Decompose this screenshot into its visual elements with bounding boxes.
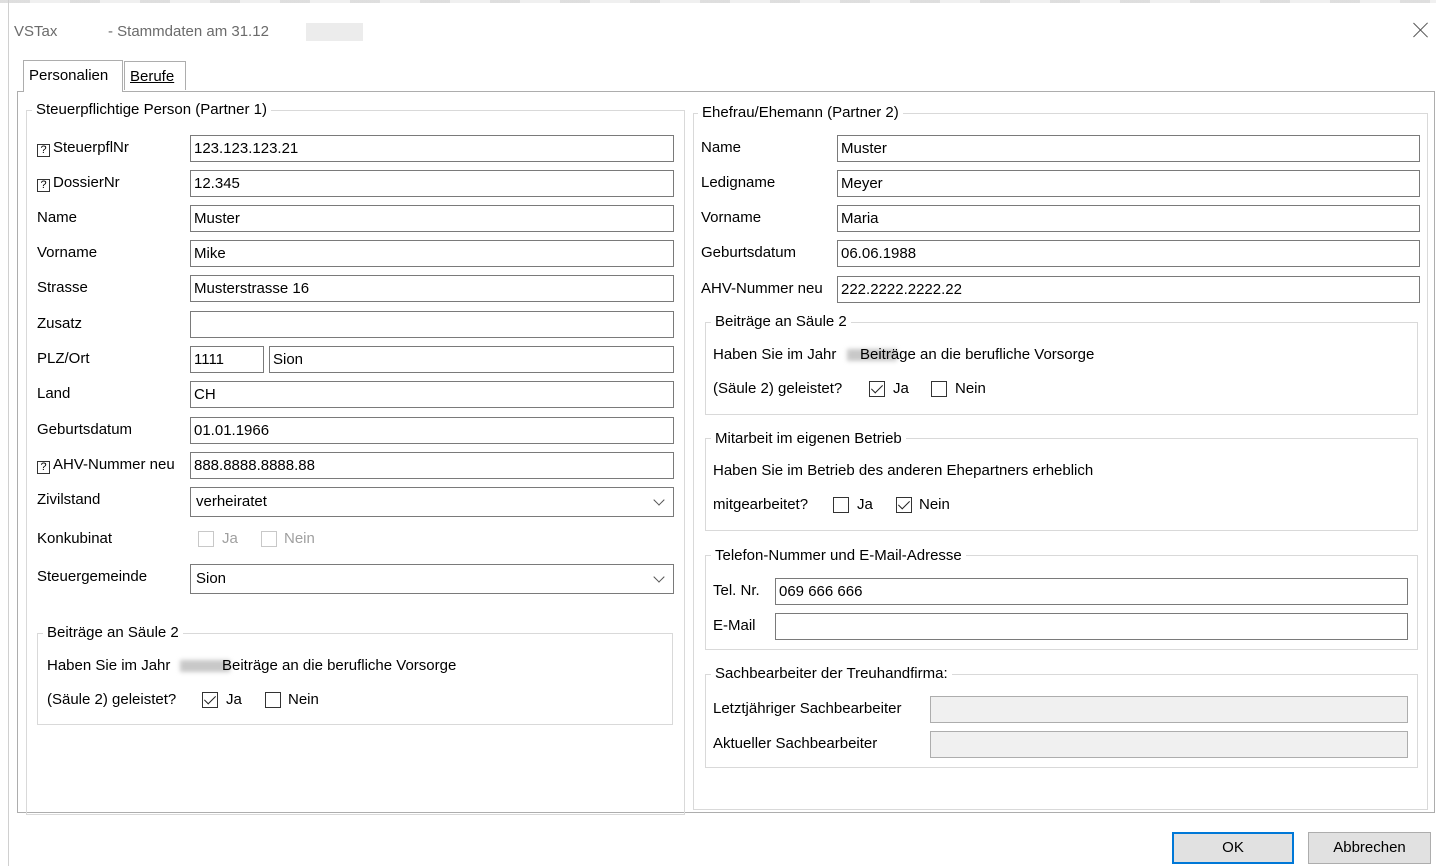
- konkubinat-label: Konkubinat: [37, 530, 113, 547]
- help-icon[interactable]: ?: [37, 144, 50, 157]
- redacted-year: [306, 23, 363, 41]
- chevron-down-icon: [653, 494, 665, 506]
- partner2-saeule2-question-prefix: Haben Sie im Jahr: [713, 346, 837, 363]
- strasse-label: Strasse: [37, 279, 88, 296]
- partner2-saeule2-group: [705, 322, 1418, 415]
- tab-berufe[interactable]: Berufe: [124, 61, 186, 90]
- plz-field[interactable]: 1111: [190, 346, 264, 373]
- window-app-name: VSTax: [14, 23, 58, 40]
- konkubinat-ja-label: Ja: [222, 530, 238, 547]
- sachbearbeiter-title: Sachbearbeiter der Treuhandfirma:: [711, 665, 952, 683]
- p2-ahv-label: AHV-Nummer neu: [701, 280, 823, 297]
- mitarbeit-question-line2: mitgearbeitet?: [713, 496, 809, 513]
- p2-ledigname-field[interactable]: Meyer: [837, 170, 1420, 197]
- partner2-saeule2-ja-checkbox[interactable]: [869, 381, 885, 397]
- partner1-saeule2-group: [37, 633, 673, 725]
- geburtsdatum-field[interactable]: 01.01.1966: [190, 417, 674, 444]
- p2-vorname-label: Vorname: [701, 209, 762, 226]
- ort-field[interactable]: Sion: [269, 346, 674, 373]
- window-title: - Stammdaten am 31.12: [108, 23, 269, 40]
- steuergemeinde-label: Steuergemeinde: [37, 568, 148, 585]
- email-label: E-Mail: [713, 617, 756, 634]
- partner2-saeule2-nein-checkbox[interactable]: [931, 381, 947, 397]
- letzt-sachbearbeiter-field: [930, 696, 1408, 723]
- partner1-saeule2-nein-checkbox[interactable]: [265, 692, 281, 708]
- partner1-group-title: Steuerpflichtige Person (Partner 1): [32, 101, 271, 119]
- letzt-sachbearbeiter-label: Letztjähriger Sachbearbeiter: [713, 700, 902, 717]
- partner1-saeule2-title: Beiträge an Säule 2: [43, 624, 183, 642]
- vorname-label: Vorname: [37, 244, 98, 261]
- steuergemeinde-select[interactable]: Sion: [190, 564, 674, 594]
- ahv-field[interactable]: 888.8888.8888.88: [190, 452, 674, 479]
- p2-ledigname-label: Ledigname: [701, 174, 776, 191]
- zivilstand-label: Zivilstand: [37, 491, 101, 508]
- p2-geburtsdatum-label: Geburtsdatum: [701, 244, 797, 261]
- vorname-field[interactable]: Mike: [190, 240, 674, 267]
- p2-vorname-field[interactable]: Maria: [837, 205, 1420, 232]
- zusatz-label: Zusatz: [37, 315, 83, 332]
- partner2-saeule2-title: Beiträge an Säule 2: [711, 313, 851, 331]
- mitarbeit-title: Mitarbeit im eigenen Betrieb: [711, 430, 906, 448]
- partner1-saeule2-question-prefix: Haben Sie im Jahr: [47, 657, 171, 674]
- partner2-group-title: Ehefrau/Ehemann (Partner 2): [698, 104, 903, 122]
- steuergemeinde-value: Sion: [196, 570, 227, 587]
- partner2-saeule2-nein-label: Nein: [955, 380, 986, 397]
- mitarbeit-nein-label: Nein: [919, 496, 950, 513]
- steuerpflnr-field[interactable]: 123.123.123.21: [190, 135, 674, 162]
- tab-personalien[interactable]: Personalien: [23, 60, 123, 92]
- mitarbeit-nein-checkbox[interactable]: [896, 497, 912, 513]
- tel-label: Tel. Nr.: [713, 582, 760, 599]
- dossiernr-field[interactable]: 12.345: [190, 170, 674, 197]
- chevron-down-icon: [653, 571, 665, 583]
- background-strip: [0, 0, 1436, 3]
- land-label: Land: [37, 385, 71, 402]
- aktuell-sachbearbeiter-field: [930, 731, 1408, 758]
- help-icon[interactable]: ?: [37, 179, 50, 192]
- konkubinat-nein-label: Nein: [284, 530, 315, 547]
- mitarbeit-group: [705, 438, 1418, 531]
- konkubinat-nein-checkbox[interactable]: [261, 531, 277, 547]
- p2-geburtsdatum-field[interactable]: 06.06.1988: [837, 240, 1420, 267]
- help-icon[interactable]: ?: [37, 461, 50, 474]
- tab-berufe-label: Berufe: [130, 68, 175, 85]
- close-icon[interactable]: [1411, 20, 1431, 40]
- strasse-field[interactable]: Musterstrasse 16: [190, 275, 674, 302]
- zivilstand-value: verheiratet: [196, 493, 267, 510]
- aktuell-sachbearbeiter-label: Aktueller Sachbearbeiter: [713, 735, 878, 752]
- konkubinat-ja-checkbox[interactable]: [198, 531, 214, 547]
- mitarbeit-ja-label: Ja: [857, 496, 873, 513]
- p2-ahv-field[interactable]: 222.2222.2222.22: [837, 276, 1420, 303]
- partner1-saeule2-nein-label: Nein: [288, 691, 319, 708]
- partner1-saeule2-question-line2: (Säule 2) geleistet?: [47, 691, 177, 708]
- tab-personalien-label: Personalien: [29, 67, 109, 84]
- dossiernr-label[interactable]: ? DossierNr: [37, 174, 120, 192]
- ok-button[interactable]: OK: [1172, 832, 1294, 864]
- cancel-button[interactable]: Abbrechen: [1308, 832, 1431, 864]
- partner2-saeule2-ja-label: Ja: [893, 380, 909, 397]
- mitarbeit-ja-checkbox[interactable]: [833, 497, 849, 513]
- window-border: [8, 0, 9, 866]
- partner1-saeule2-ja-label: Ja: [226, 691, 242, 708]
- tel-field[interactable]: 069 666 666: [775, 578, 1408, 605]
- zusatz-field[interactable]: [190, 311, 674, 338]
- name-label: Name: [37, 209, 78, 226]
- mitarbeit-question-line1: Haben Sie im Betrieb des anderen Ehepart…: [713, 462, 1094, 479]
- partner2-saeule2-question-line2: (Säule 2) geleistet?: [713, 380, 843, 397]
- p2-name-field[interactable]: Muster: [837, 135, 1420, 162]
- name-field[interactable]: Muster: [190, 205, 674, 232]
- plzort-label: PLZ/Ort: [37, 350, 90, 367]
- land-field[interactable]: CH: [190, 381, 674, 408]
- p2-name-label: Name: [701, 139, 742, 156]
- partner1-saeule2-question-suffix: Beiträge an die berufliche Vorsorge: [222, 657, 457, 674]
- ahv-label[interactable]: ? AHV-Nummer neu: [37, 456, 175, 474]
- partner1-saeule2-ja-checkbox[interactable]: [202, 692, 218, 708]
- kontakt-title: Telefon-Nummer und E-Mail-Adresse: [711, 547, 966, 565]
- partner2-saeule2-question-suffix: Beiträge an die berufliche Vorsorge: [860, 346, 1095, 363]
- zivilstand-select[interactable]: verheiratet: [190, 487, 674, 517]
- steuerpflnr-label[interactable]: ? SteuerpflNr: [37, 139, 129, 157]
- geburtsdatum-label: Geburtsdatum: [37, 421, 133, 438]
- email-field[interactable]: [775, 613, 1408, 640]
